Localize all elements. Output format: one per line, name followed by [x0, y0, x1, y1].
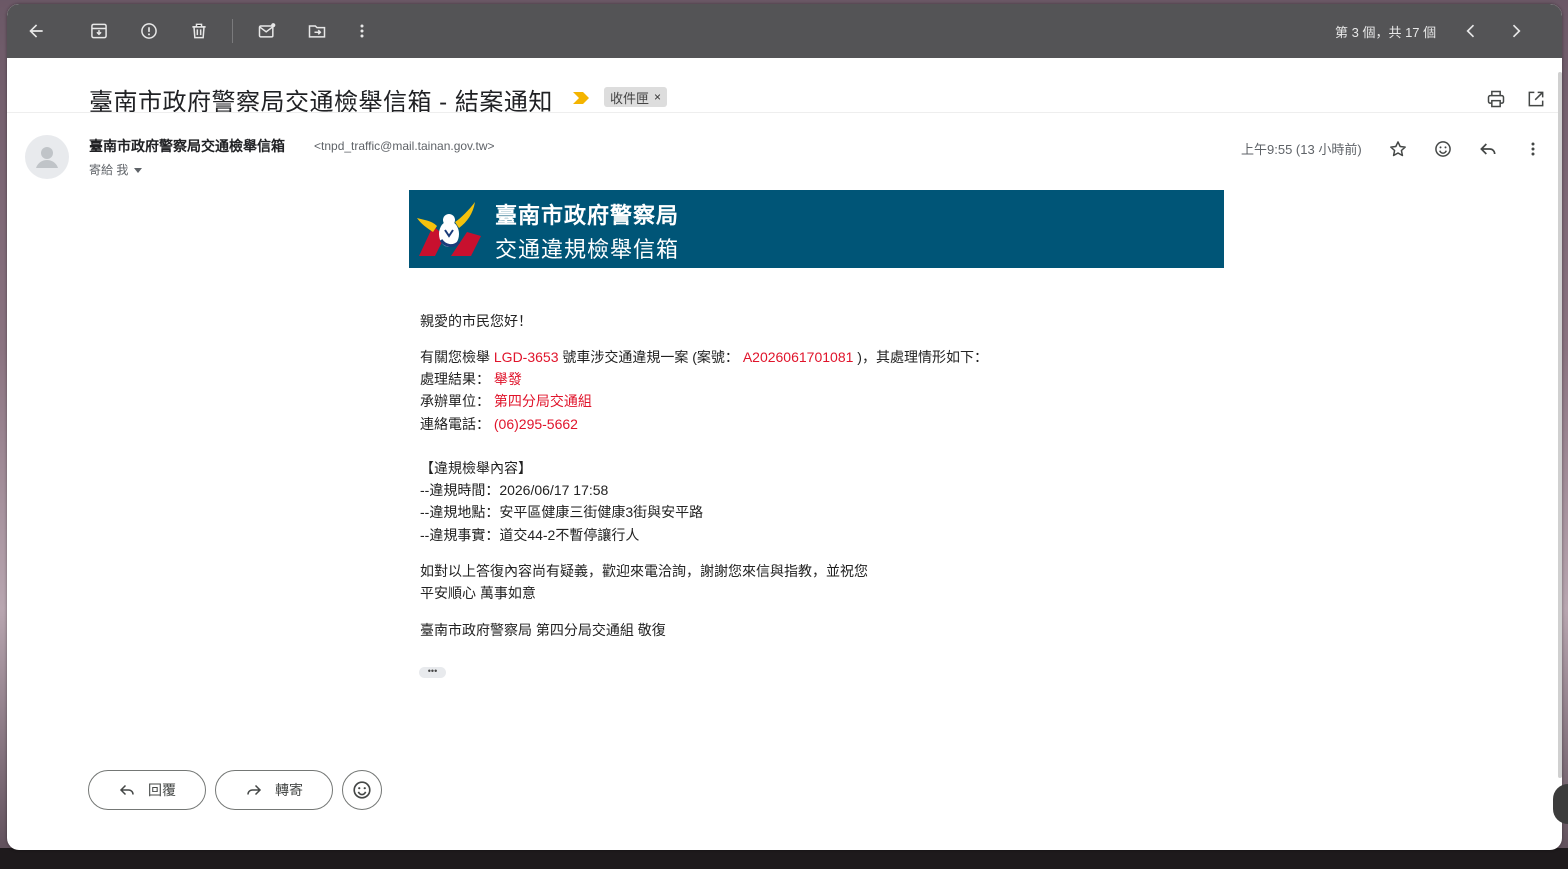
- recipient-details-toggle[interactable]: 寄給 我: [89, 161, 143, 178]
- result-line: 處理結果： 舉發: [420, 369, 522, 389]
- unit-value: 第四分局交通組: [493, 393, 592, 409]
- important-marker-icon[interactable]: [573, 91, 589, 109]
- email-timestamp: 上午9:55 (13 小時前): [1241, 142, 1362, 157]
- side-panel-toggle[interactable]: [1553, 784, 1568, 824]
- reply-icon: [119, 784, 134, 796]
- intro-line: 有關您檢舉 LGD-3653 號車涉交通違規一案 (案號： A202606170…: [420, 347, 988, 367]
- star-icon[interactable]: [1384, 135, 1412, 163]
- unit-label: 承辦單位：: [420, 393, 490, 409]
- default-avatar-icon: [36, 147, 58, 168]
- reply-button-label: 回覆: [148, 782, 176, 798]
- section-title: 【違規檢舉內容】: [420, 460, 532, 476]
- emoji-reaction-button[interactable]: [342, 770, 382, 810]
- subject-row: 臺南市政府警察局交通檢舉信箱 - 結案通知 收件匣 ×: [7, 58, 1562, 116]
- subject-divider: [7, 112, 1562, 113]
- forward-button-label: 轉寄: [275, 782, 303, 798]
- banner-title: 臺南市政府警察局: [495, 203, 680, 228]
- result-value: 舉發: [493, 371, 522, 387]
- archive-icon[interactable]: [84, 16, 114, 46]
- report-spam-icon[interactable]: [134, 16, 164, 46]
- sender-email: <tnpd_traffic@mail.tainan.gov.tw>: [314, 139, 495, 153]
- reply-icon[interactable]: [1474, 135, 1502, 163]
- signature: 臺南市政府警察局 第四分局交通組 敬復: [420, 622, 666, 638]
- emoji-icon: [353, 781, 371, 799]
- print-icon[interactable]: [1481, 84, 1511, 114]
- banner-subtitle: 交通違規檢舉信箱: [495, 237, 680, 262]
- open-in-new-window-icon[interactable]: [1521, 84, 1551, 114]
- delete-icon[interactable]: [184, 16, 214, 46]
- desktop-bottom-strip: [0, 848, 1568, 869]
- scrollbar[interactable]: [1558, 72, 1562, 778]
- label-chip-text: 收件匣: [610, 90, 650, 106]
- plate-number: LGD-3653: [493, 349, 559, 365]
- closing-line-2: 平安順心 萬事如意: [420, 585, 536, 601]
- next-chevron-icon[interactable]: [1501, 16, 1531, 46]
- email-window: 第 3 個，共 17 個 臺南市政府警察局交通檢舉信箱 - 結案通知 收件匣 ×…: [7, 4, 1562, 850]
- more-vert-icon[interactable]: [347, 16, 377, 46]
- intro-suffix: )，其處理情形如下：: [857, 349, 988, 365]
- forward-button[interactable]: 轉寄: [215, 770, 333, 810]
- violation-time: --違規時間：2026/06/17 17:58: [420, 482, 609, 498]
- remove-label-button[interactable]: ×: [654, 90, 661, 104]
- phone-label: 連絡電話：: [420, 416, 490, 432]
- email-banner: 臺南市政府警察局 交通違規檢舉信箱: [409, 190, 1224, 268]
- case-number: A2026061701081: [742, 349, 854, 365]
- toolbar-separator: [232, 19, 233, 43]
- toolbar: 第 3 個，共 17 個: [7, 4, 1562, 58]
- result-label: 處理結果：: [420, 371, 490, 387]
- back-arrow-icon[interactable]: [21, 16, 51, 46]
- violation-fact: --違規事實：道交44-2不暫停讓行人: [420, 527, 640, 543]
- police-emblem-logo: [417, 202, 481, 256]
- avatar[interactable]: [25, 135, 69, 179]
- more-vert-icon[interactable]: [1519, 135, 1547, 163]
- closing-line-1: 如對以上答復內容尚有疑義，歡迎來電洽詢，謝謝您來信與指教，並祝您: [420, 563, 868, 579]
- forward-icon: [247, 784, 262, 796]
- unit-line: 承辦單位： 第四分局交通組: [420, 391, 592, 411]
- label-chip-inbox: 收件匣 ×: [604, 87, 668, 107]
- pager-text: 第 3 個，共 17 個: [1335, 25, 1437, 40]
- add-reaction-icon[interactable]: [1429, 135, 1457, 163]
- sender-name[interactable]: 臺南市政府警察局交通檢舉信箱: [89, 136, 285, 156]
- show-trimmed-content-button[interactable]: •••: [419, 667, 446, 678]
- chevron-down-icon: [134, 168, 143, 174]
- prev-chevron-icon[interactable]: [1456, 16, 1486, 46]
- reply-button[interactable]: 回覆: [88, 770, 206, 810]
- greeting: 親愛的市民您好！: [420, 313, 532, 329]
- intro-middle: 號車涉交通違規一案 (案號：: [562, 349, 739, 365]
- recipient-text: 寄給 我: [89, 163, 129, 177]
- intro-prefix: 有關您檢舉: [420, 349, 490, 365]
- phone-value: (06)295-5662: [493, 416, 578, 432]
- move-to-icon[interactable]: [302, 16, 332, 46]
- phone-line: 連絡電話： (06)295-5662: [420, 414, 578, 434]
- mark-unread-icon[interactable]: [252, 16, 282, 46]
- violation-place: --違規地點：安平區健康三街健康3街與安平路: [420, 504, 704, 520]
